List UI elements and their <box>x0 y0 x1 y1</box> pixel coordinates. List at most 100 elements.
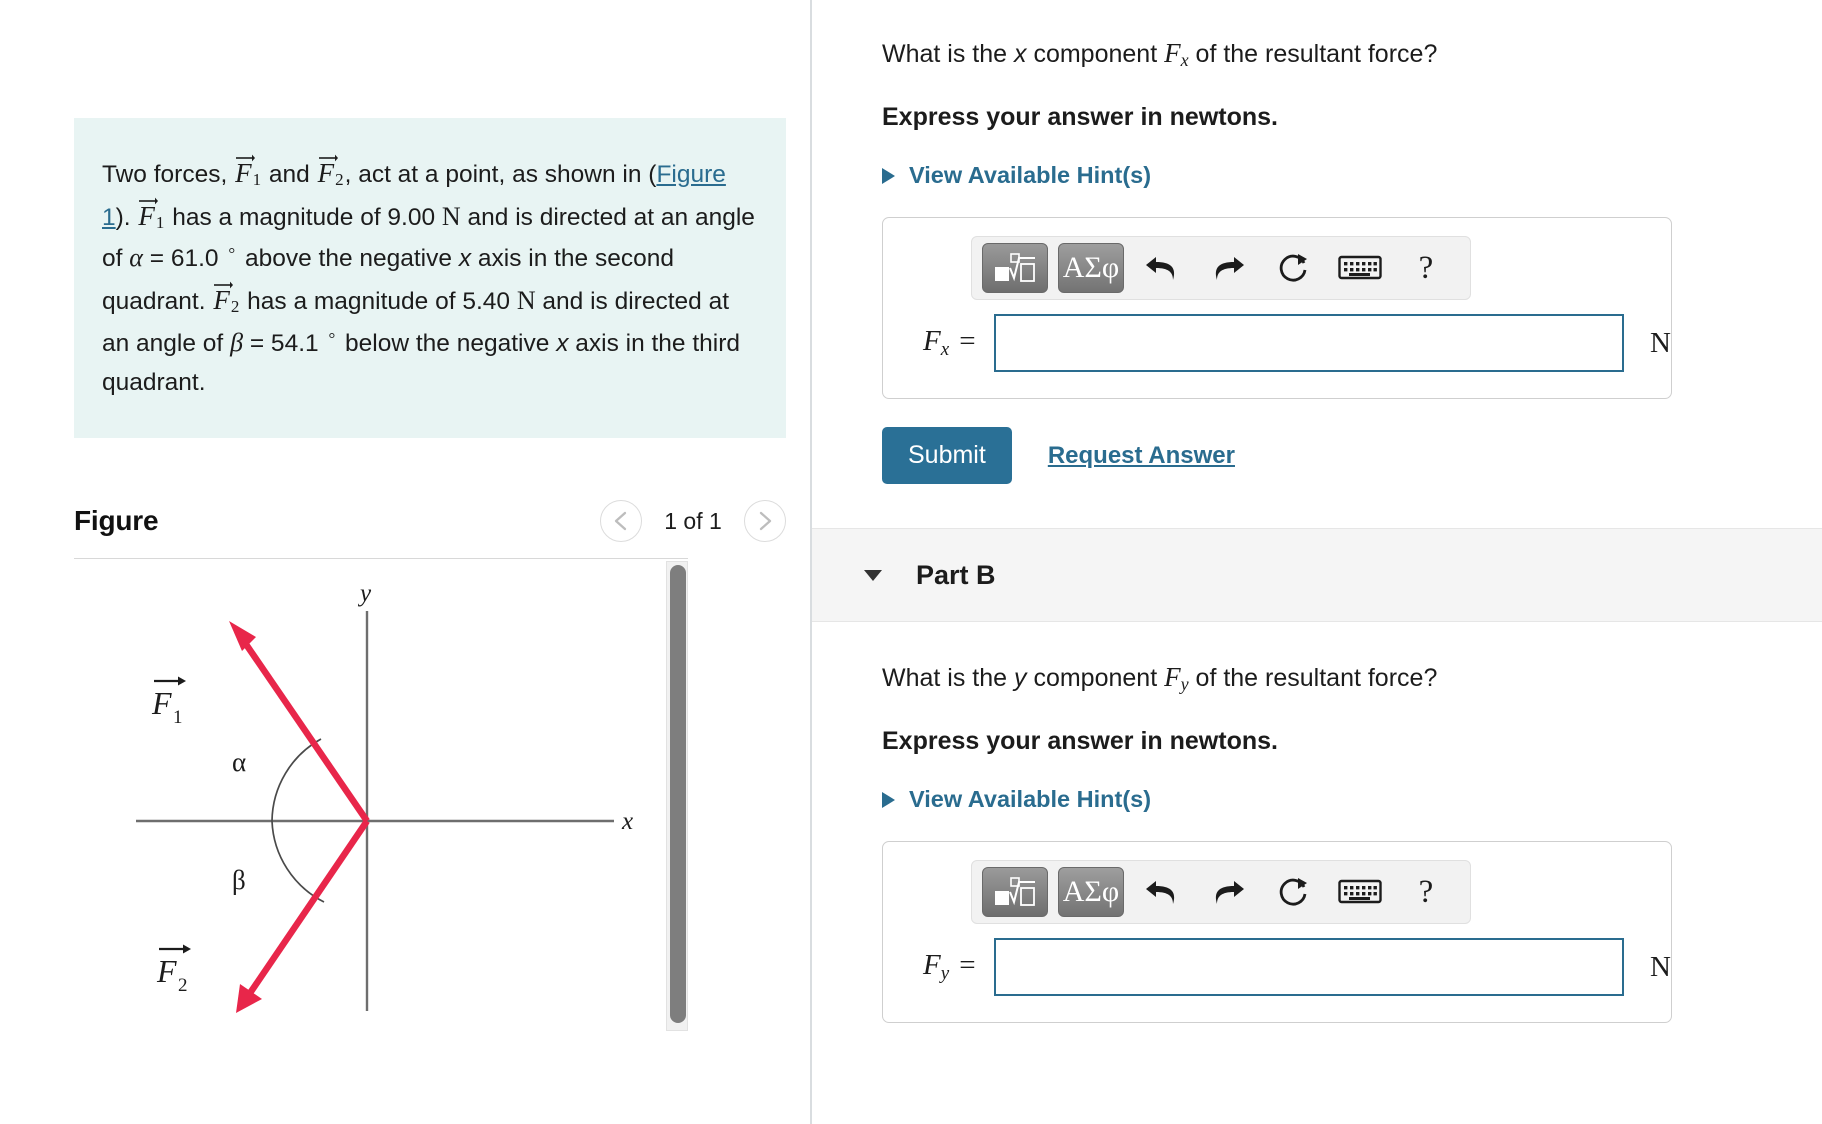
problem-pane-inner: Two forces, F1 and F2, act at a point, a… <box>74 0 794 1039</box>
beta-arc <box>271 821 325 903</box>
chevron-left-icon <box>614 512 627 531</box>
problem-text-seg4: ). <box>115 203 138 231</box>
undo-arrow-icon <box>1146 257 1175 280</box>
part-b-symbol: Fy <box>1164 662 1189 694</box>
problem-text-seg1: Two forces, <box>102 161 235 188</box>
redo-arrow-icon <box>1215 257 1244 280</box>
reset-button[interactable] <box>1266 867 1322 917</box>
redo-button[interactable] <box>1200 867 1256 917</box>
problem-text-seg9: has a magnitude of 5.40 <box>240 288 517 316</box>
help-button[interactable]: ? <box>1398 243 1454 293</box>
figure-frame: y x α β F 1 F 2 <box>74 558 688 1039</box>
part-a-answer-input[interactable] <box>993 314 1625 372</box>
vector-F2-letter-2: F <box>213 285 230 316</box>
figure-scrollbar[interactable] <box>666 561 688 1032</box>
svg-text:F: F <box>151 685 172 721</box>
svg-text:1: 1 <box>173 707 183 728</box>
figure-scrollbar-thumb[interactable] <box>670 565 686 1024</box>
vector-arrow-icon <box>214 281 234 289</box>
part-b-equals: = <box>959 949 976 981</box>
part-a-request-answer-link[interactable]: Request Answer <box>1048 442 1235 470</box>
help-button[interactable]: ? <box>1398 867 1454 917</box>
vector-F1-inline: F1 <box>234 152 262 195</box>
part-a-math-toolbar: ΑΣφ ? <box>971 236 1471 300</box>
part-a-button-row: Submit Request Answer <box>882 427 1822 484</box>
part-a-view-hints-link[interactable]: View Available Hint(s) <box>882 162 1151 189</box>
undo-button[interactable] <box>1134 243 1190 293</box>
part-a-equals: = <box>959 325 976 357</box>
part-b-answer-input[interactable] <box>993 938 1625 996</box>
part-b-math-toolbar: ΑΣφ ? <box>971 860 1471 924</box>
figure-prev-button[interactable] <box>600 500 642 543</box>
problem-text-seg11: below the negative <box>338 329 557 357</box>
newton-unit-1: N <box>441 201 461 231</box>
f2-arrowhead <box>236 984 262 1014</box>
keyboard-icon <box>1338 879 1382 904</box>
part-a-hints-label: View Available Hint(s) <box>909 162 1152 188</box>
vector-F2-inline-2: F2 <box>212 279 240 322</box>
degree-symbol-1: ° <box>228 244 236 264</box>
problem-text-seg5: has a magnitude of 9.00 <box>165 203 442 231</box>
part-b-answer-card: ΑΣφ ? Fy = N <box>882 841 1672 1023</box>
x-axis-ref-1: x <box>458 245 472 273</box>
part-a-express-instruction: Express your answer in newtons. <box>882 103 1278 131</box>
part-b-section: Part B What is the y component Fy of the… <box>812 528 1822 1023</box>
keyboard-icon <box>1338 255 1382 280</box>
vector-arrow-icon <box>236 154 256 162</box>
part-b-toolbar-wrap: ΑΣφ ? <box>883 842 1671 924</box>
math-template-icon <box>995 253 1035 282</box>
vector-F2-letter: F <box>317 158 335 188</box>
newton-unit-2: N <box>516 286 536 316</box>
part-a-answer-card: ΑΣφ ? Fx = N <box>882 217 1672 399</box>
figure-diagram[interactable]: y x α β F 1 F 2 <box>74 559 670 1039</box>
undo-button[interactable] <box>1134 867 1190 917</box>
part-b-input-row: Fy = N <box>883 924 1671 1022</box>
vector-F1-inline-2: F1 <box>137 195 165 238</box>
beta-symbol: β <box>230 327 244 357</box>
part-a-symbol-letter: F <box>1164 38 1181 68</box>
part-b-unit: N <box>1650 950 1671 983</box>
redo-button[interactable] <box>1200 243 1256 293</box>
reset-circular-arrow-icon <box>1279 878 1307 906</box>
figure-header: Figure 1 of 1 <box>74 490 786 552</box>
part-a-section: What is the x component Fx of the result… <box>812 0 1822 484</box>
svg-text:2: 2 <box>178 975 188 996</box>
alpha-label: α <box>232 747 246 777</box>
triangle-down-icon[interactable] <box>864 569 882 581</box>
math-template-button[interactable] <box>982 243 1048 293</box>
part-a-symbol-sub: x <box>1180 50 1189 70</box>
part-b-q-seg2: component <box>1026 664 1165 692</box>
part-a-answer-sub: x <box>940 339 950 360</box>
part-b-q-axis: y <box>1014 664 1027 692</box>
figure-next-button[interactable] <box>744 500 786 543</box>
triangle-right-icon <box>882 791 895 808</box>
keyboard-button[interactable] <box>1332 867 1388 917</box>
part-b-q-seg3: of the resultant force? <box>1188 664 1438 692</box>
part-b-q-seg1: What is the <box>882 664 1014 692</box>
problem-statement: Two forces, F1 and F2, act at a point, a… <box>74 118 786 439</box>
part-a-q-axis: x <box>1014 40 1027 68</box>
reset-button[interactable] <box>1266 243 1322 293</box>
part-a-answer-letter: F <box>923 325 941 357</box>
part-b-header[interactable]: Part B <box>812 528 1822 622</box>
part-a-answer-label: Fx = <box>883 325 994 361</box>
page-root: Two forces, F1 and F2, act at a point, a… <box>0 0 1822 1124</box>
vector-F1-letter: F <box>235 158 252 188</box>
triangle-right-icon <box>882 167 895 184</box>
vector-F2-inline: F2 <box>317 152 345 195</box>
part-a-symbol: Fx <box>1164 38 1189 70</box>
math-template-button[interactable] <box>982 867 1048 917</box>
part-a-submit-button[interactable]: Submit <box>882 427 1012 484</box>
alpha-arc <box>271 738 322 822</box>
greek-symbols-button[interactable]: ΑΣφ <box>1058 867 1124 917</box>
greek-symbols-button[interactable]: ΑΣφ <box>1058 243 1124 293</box>
reset-circular-arrow-icon <box>1279 254 1307 282</box>
f1-label: F 1 <box>151 676 186 728</box>
part-b-symbol-letter: F <box>1164 662 1181 692</box>
vector-arrow-icon <box>139 197 159 205</box>
part-b-express-instruction: Express your answer in newtons. <box>882 727 1278 755</box>
keyboard-button[interactable] <box>1332 243 1388 293</box>
vector-F1-sub-2: 1 <box>155 212 165 232</box>
part-b-answer-sub: y <box>940 963 950 984</box>
part-b-view-hints-link[interactable]: View Available Hint(s) <box>882 786 1151 813</box>
